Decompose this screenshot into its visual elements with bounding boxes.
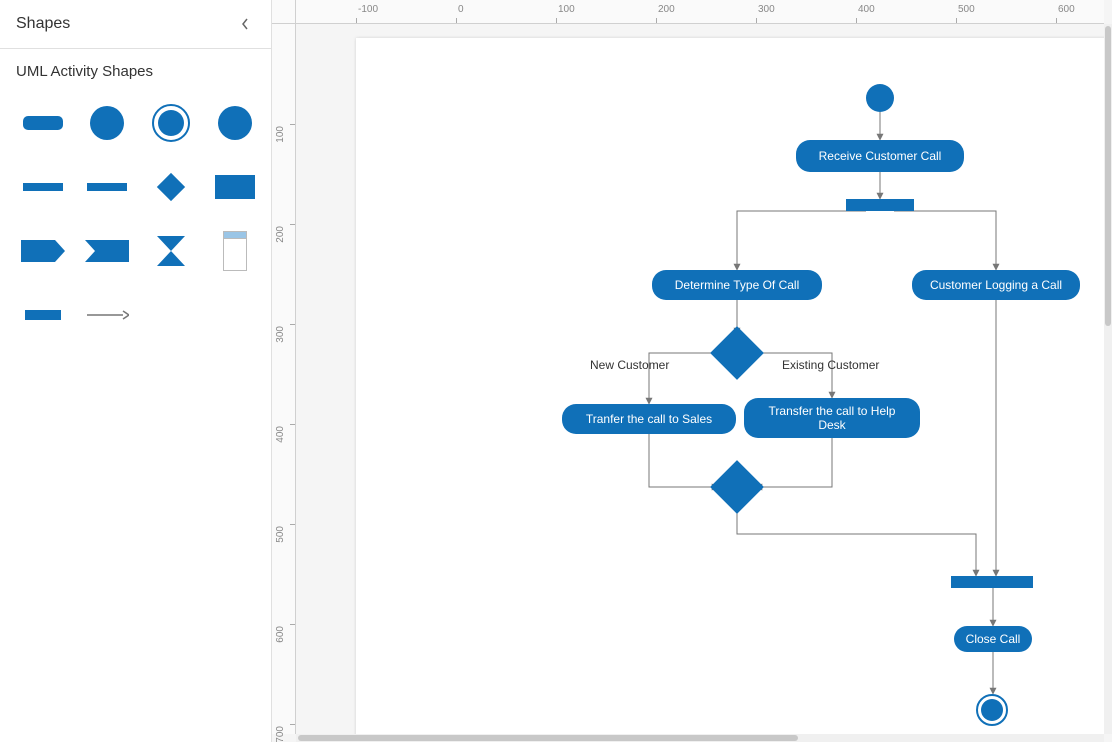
connector-arrow-shape[interactable] <box>80 288 134 342</box>
horizontal-scrollbar[interactable] <box>296 734 1104 742</box>
action-node-close[interactable]: Close Call <box>954 626 1032 652</box>
diagram-canvas[interactable]: Receive Customer Call Determine Type Of C… <box>296 24 1104 734</box>
edge-label-new: New Customer <box>590 358 669 372</box>
horizontal-scroll-thumb[interactable] <box>298 735 798 741</box>
ruler-h-label: 0 <box>458 4 464 15</box>
rectangle-shape[interactable] <box>208 160 262 214</box>
ruler-h-label: 200 <box>658 4 675 15</box>
action-node-sales[interactable]: Tranfer the call to Sales <box>562 404 736 434</box>
diagram-canvas-area: -100 0 100 200 300 400 500 600 700 100 200 300 400 5… <box>272 0 1112 742</box>
decision-shape[interactable] <box>144 160 198 214</box>
chevron-left-icon <box>240 17 250 31</box>
ruler-v-label: 400 <box>275 426 286 443</box>
fork-node-fork1[interactable] <box>846 199 914 211</box>
action-shape[interactable] <box>16 96 70 150</box>
filled-circle-shape[interactable] <box>208 96 262 150</box>
action-node-logging[interactable]: Customer Logging a Call <box>912 270 1080 300</box>
ruler-corner <box>272 0 296 24</box>
horizontal-ruler: -1000100200300400500600700 <box>296 0 1104 24</box>
ruler-v-label: 100 <box>275 126 286 143</box>
vertical-ruler: 100200300400500600700 <box>272 24 296 734</box>
ruler-h-label: 600 <box>1058 4 1075 15</box>
palette-title: UML Activity Shapes <box>16 63 255 80</box>
initial-node-shape[interactable] <box>80 96 134 150</box>
diagram-page[interactable]: Receive Customer Call Determine Type Of C… <box>296 24 1104 734</box>
send-signal-shape[interactable] <box>16 224 70 278</box>
ruler-h-label: 500 <box>958 4 975 15</box>
edge-label-existing: Existing Customer <box>782 358 879 372</box>
shapes-sidebar: Shapes UML Activity Shapes <box>0 0 272 742</box>
final-node-shape[interactable] <box>144 96 198 150</box>
bar-shape[interactable] <box>16 160 70 214</box>
receive-signal-shape[interactable] <box>80 224 134 278</box>
ruler-h-label: 400 <box>858 4 875 15</box>
action-node-helpdesk[interactable]: Transfer the call to Help Desk <box>744 398 920 438</box>
palette-section: UML Activity Shapes <box>0 49 271 342</box>
vertical-scroll-thumb[interactable] <box>1105 26 1111 326</box>
sidebar-title: Shapes <box>16 15 70 33</box>
vertical-scrollbar[interactable] <box>1104 24 1112 734</box>
action-node-determine[interactable]: Determine Type Of Call <box>652 270 822 300</box>
final-node[interactable] <box>976 694 1008 726</box>
initial-node[interactable] <box>866 84 894 112</box>
collapse-sidebar-button[interactable] <box>235 14 255 34</box>
ruler-v-label: 600 <box>275 626 286 643</box>
ruler-h-label: 300 <box>758 4 775 15</box>
bar2-shape[interactable] <box>80 160 134 214</box>
ruler-h-label: 100 <box>558 4 575 15</box>
fork-node-fork2[interactable] <box>951 576 1033 588</box>
final-node-inner <box>981 699 1003 721</box>
palette-grid <box>16 96 255 342</box>
ruler-v-label: 700 <box>275 726 286 742</box>
small-bar-shape[interactable] <box>16 288 70 342</box>
sidebar-header: Shapes <box>0 0 271 49</box>
ruler-h-label: -100 <box>358 4 378 15</box>
action-node-receive[interactable]: Receive Customer Call <box>796 140 964 172</box>
hourglass-shape[interactable] <box>144 224 198 278</box>
ruler-v-label: 500 <box>275 526 286 543</box>
ruler-v-label: 300 <box>275 326 286 343</box>
ruler-v-label: 200 <box>275 226 286 243</box>
note-shape[interactable] <box>208 224 262 278</box>
